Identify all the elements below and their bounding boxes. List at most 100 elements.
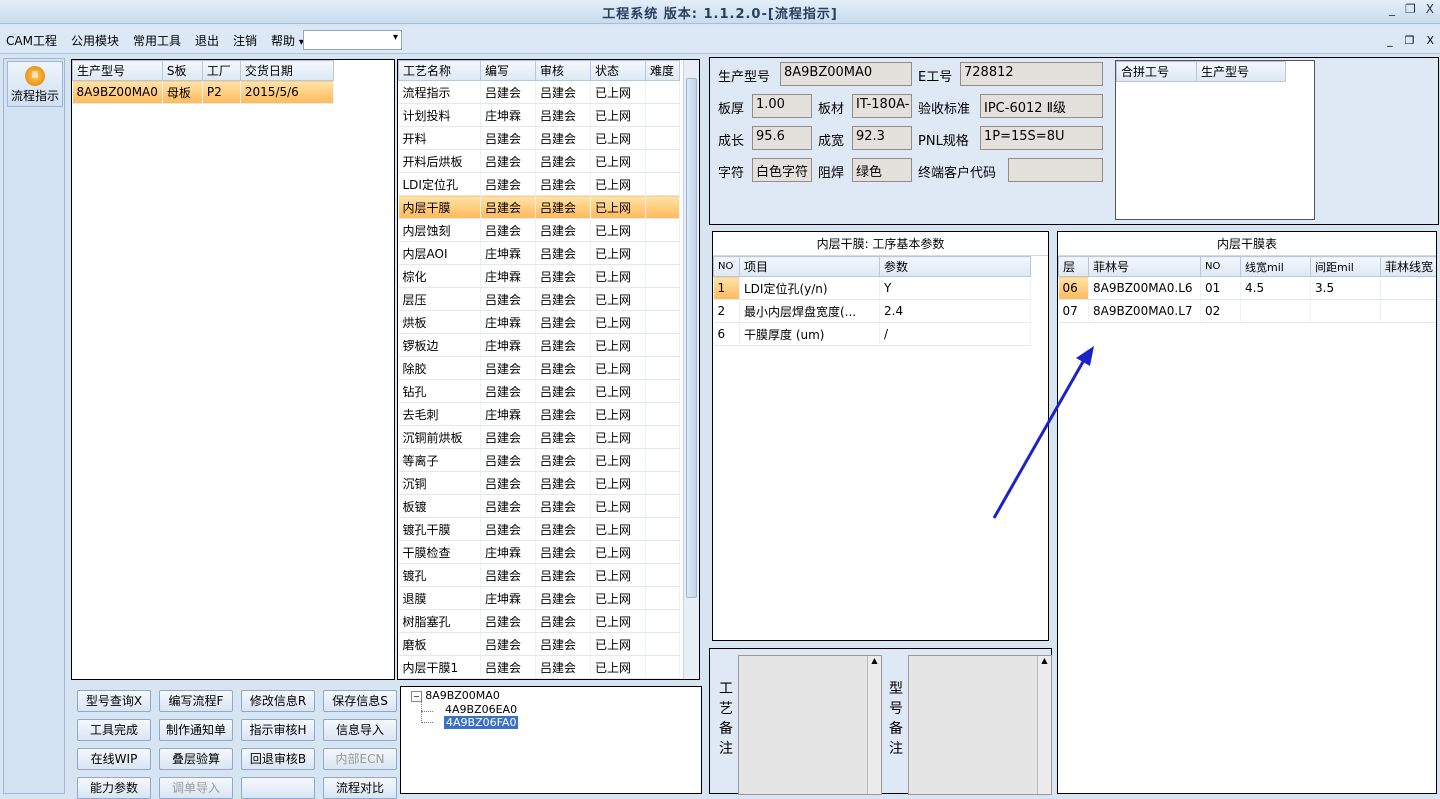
col-difficulty[interactable]: 难度 <box>645 60 680 81</box>
table-row[interactable]: 锣板边 庄坤霖 吕建会 已上网 <box>398 333 680 357</box>
table-row[interactable]: 镀孔干膜 吕建会 吕建会 已上网 <box>398 517 680 541</box>
customer-field[interactable] <box>1008 158 1103 182</box>
col-reviewer[interactable]: 审核 <box>535 60 591 81</box>
menu-help[interactable]: 帮助 ▾ <box>271 32 304 49</box>
child-close-icon[interactable]: X <box>1426 34 1434 47</box>
prod-model-field[interactable]: 8A9BZ00MA0 <box>780 62 912 86</box>
table-row[interactable]: 1 LDI定位孔(y/n) Y <box>713 276 1031 300</box>
material-field[interactable]: IT-180A- <box>852 94 912 118</box>
e-no-field[interactable]: 728812 <box>960 62 1103 86</box>
make-notice-button[interactable]: 制作通知单 <box>159 719 233 741</box>
table-row[interactable]: 镀孔 吕建会 吕建会 已上网 <box>398 563 680 587</box>
info-import-button[interactable]: 信息导入 <box>323 719 397 741</box>
table-row[interactable]: 等离子 吕建会 吕建会 已上网 <box>398 448 680 472</box>
col-spacing[interactable]: 间距mil <box>1310 256 1381 277</box>
rollback-review-button[interactable]: 回退审核B <box>241 748 315 770</box>
col-film-line-width[interactable]: 菲林线宽 <box>1380 256 1436 277</box>
col-item[interactable]: 项目 <box>739 256 880 277</box>
table-row[interactable]: 去毛刺 庄坤霖 吕建会 已上网 <box>398 402 680 426</box>
model-query-button[interactable]: 型号查询X <box>77 690 151 712</box>
child-minimize-icon[interactable]: _ <box>1387 34 1393 47</box>
col-param[interactable]: 参数 <box>879 256 1031 277</box>
table-row[interactable]: 烘板 庄坤霖 吕建会 已上网 <box>398 310 680 334</box>
col-layer[interactable]: 层 <box>1058 256 1089 277</box>
table-row[interactable]: 除胶 吕建会 吕建会 已上网 <box>398 356 680 380</box>
col-status[interactable]: 状态 <box>590 60 646 81</box>
table-row[interactable]: 06 8A9BZ00MA0.L6 01 4.5 3.5 <box>1058 276 1436 300</box>
table-row[interactable]: 2 最小内层焊盘宽度(... 2.4 <box>713 299 1031 323</box>
film-panel: 内层干膜表 层 菲林号 NO 线宽mil 间距mil 菲林线宽 06 8A9BZ0… <box>1057 231 1437 794</box>
model-notes-input[interactable]: ▲ <box>908 655 1052 795</box>
table-row[interactable]: 层压 吕建会 吕建会 已上网 <box>398 287 680 311</box>
thickness-field[interactable]: 1.00 <box>752 94 812 118</box>
instruction-review-button[interactable]: 指示审核H <box>241 719 315 741</box>
menu-cam[interactable]: CAM工程 <box>6 32 57 49</box>
table-row[interactable]: 内层蚀刻 吕建会 吕建会 已上网 <box>398 218 680 242</box>
menu-public-module[interactable]: 公用模块 <box>71 32 119 49</box>
blank-button[interactable] <box>241 777 315 799</box>
col-delivery-date[interactable]: 交货日期 <box>239 60 335 81</box>
close-icon[interactable]: X <box>1426 2 1434 16</box>
menu-exit[interactable]: 退出 <box>195 32 219 49</box>
process-notes-input[interactable]: ▲ <box>738 655 882 795</box>
minimize-icon[interactable]: _ <box>1389 2 1395 16</box>
col-line-width[interactable]: 线宽mil <box>1240 256 1311 277</box>
modify-info-button[interactable]: 修改信息R <box>241 690 315 712</box>
table-row[interactable]: 8A9BZ00MA0 母板 P2 2015/5/6 <box>72 80 335 104</box>
table-row[interactable]: 钻孔 吕建会 吕建会 已上网 <box>398 379 680 403</box>
table-row[interactable]: 内层干膜 吕建会 吕建会 已上网 <box>398 195 680 219</box>
flow-instruction-button[interactable]: Ⅲ 流程指示 <box>7 61 63 107</box>
scroll-thumb[interactable] <box>686 78 697 598</box>
col-s-board[interactable]: S板 <box>161 60 203 81</box>
table-row[interactable]: 沉铜 吕建会 吕建会 已上网 <box>398 471 680 495</box>
write-flow-button[interactable]: 编写流程F <box>159 690 233 712</box>
col-factory[interactable]: 工厂 <box>201 60 241 81</box>
col-film-index[interactable]: NO <box>1200 256 1241 277</box>
char-field[interactable]: 白色字符 <box>752 158 812 182</box>
tool-complete-button[interactable]: 工具完成 <box>77 719 151 741</box>
table-row[interactable]: 棕化 庄坤霖 吕建会 已上网 <box>398 264 680 288</box>
col-merge-model[interactable]: 生产型号 <box>1196 61 1286 82</box>
menu-logout[interactable]: 注销 <box>233 32 257 49</box>
tree-node-selected[interactable]: 4A9BZ06FA0 <box>444 716 519 729</box>
col-process-name[interactable]: 工艺名称 <box>398 60 481 81</box>
standard-field[interactable]: IPC-6012 Ⅱ级 <box>980 94 1103 118</box>
col-no[interactable]: NO <box>713 256 740 277</box>
pnl-field[interactable]: 1P=15S=8U <box>980 126 1103 150</box>
menu-combo[interactable] <box>303 30 402 50</box>
table-row[interactable]: 内层AOI 庄坤霖 吕建会 已上网 <box>398 241 680 265</box>
order-import-button[interactable]: 调单导入 <box>159 777 233 799</box>
table-row[interactable]: 退膜 庄坤霖 吕建会 已上网 <box>398 586 680 610</box>
col-writer[interactable]: 编写 <box>480 60 536 81</box>
process-scrollbar[interactable] <box>683 60 699 679</box>
internal-ecn-button[interactable]: 内部ECN <box>323 748 397 770</box>
restore-icon[interactable]: ❐ <box>1405 2 1416 16</box>
table-row[interactable]: 开料 吕建会 吕建会 已上网 <box>398 126 680 150</box>
table-row[interactable]: 树脂塞孔 吕建会 吕建会 已上网 <box>398 609 680 633</box>
col-film-no[interactable]: 菲林号 <box>1088 256 1201 277</box>
table-row[interactable]: 内层干膜1 吕建会 吕建会 已上网 <box>398 655 680 679</box>
width-field[interactable]: 92.3 <box>852 126 912 150</box>
child-restore-icon[interactable]: ❐ <box>1405 34 1415 47</box>
table-row[interactable]: 流程指示 吕建会 吕建会 已上网 <box>398 80 680 104</box>
stack-check-button[interactable]: 叠层验算 <box>159 748 233 770</box>
online-wip-button[interactable]: 在线WIP <box>77 748 151 770</box>
table-row[interactable]: LDI定位孔 吕建会 吕建会 已上网 <box>398 172 680 196</box>
save-info-button[interactable]: 保存信息S <box>323 690 397 712</box>
col-merge-no[interactable]: 合拼工号 <box>1116 61 1197 82</box>
col-prod-model[interactable]: 生产型号 <box>72 60 163 81</box>
table-row[interactable]: 6 干膜厚度 (um) / <box>713 322 1031 346</box>
mask-field[interactable]: 绿色 <box>852 158 912 182</box>
table-row[interactable]: 计划投料 庄坤霖 吕建会 已上网 <box>398 103 680 127</box>
menu-common-tools[interactable]: 常用工具 <box>133 32 181 49</box>
table-row[interactable]: 07 8A9BZ00MA0.L7 02 <box>1058 299 1436 323</box>
flow-compare-button[interactable]: 流程对比 <box>323 777 397 799</box>
table-row[interactable]: 开料后烘板 吕建会 吕建会 已上网 <box>398 149 680 173</box>
table-row[interactable]: 板镀 吕建会 吕建会 已上网 <box>398 494 680 518</box>
table-row[interactable]: 磨板 吕建会 吕建会 已上网 <box>398 632 680 656</box>
capability-params-button[interactable]: 能力参数 <box>77 777 151 799</box>
table-row[interactable]: 干膜检查 庄坤霖 吕建会 已上网 <box>398 540 680 564</box>
tree-node[interactable]: 4A9BZ06EA0 <box>445 703 517 716</box>
length-field[interactable]: 95.6 <box>752 126 812 150</box>
table-row[interactable]: 沉铜前烘板 吕建会 吕建会 已上网 <box>398 425 680 449</box>
